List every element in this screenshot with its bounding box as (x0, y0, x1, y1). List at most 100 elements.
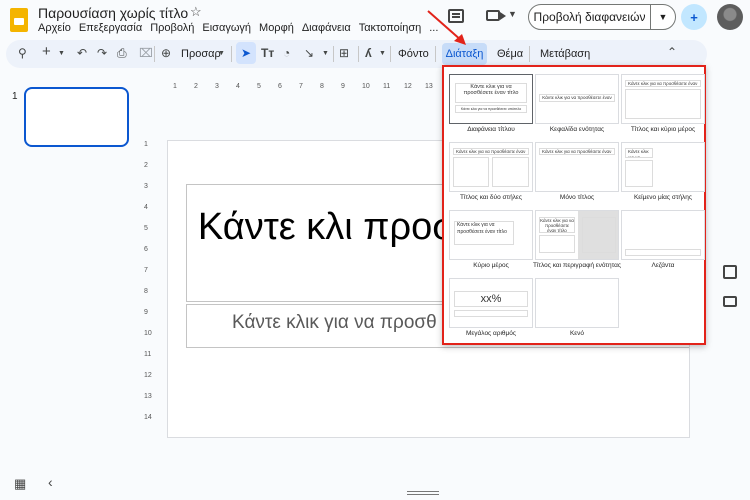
layout-preview-column (453, 157, 489, 187)
layout-preview-column (492, 157, 529, 187)
layout-option-caption[interactable] (621, 210, 705, 260)
layout-label: Μεγάλος αριθμός (465, 330, 517, 337)
ruler-tick-label: 5 (144, 225, 148, 232)
layout-preview-title: Κάντε κλικ για να προσθέσετε έναν τίτλο (454, 221, 514, 245)
insert-comment-icon[interactable]: ⊞ (339, 46, 349, 60)
layout-option-main-point[interactable]: Κάντε κλικ για να προσθέσετε έναν τίτλο (449, 210, 533, 260)
input-tools-dropdown-icon[interactable]: ▼ (379, 50, 386, 57)
text-box-icon[interactable]: Tт (261, 46, 274, 60)
grid-view-icon[interactable]: ▦ (14, 476, 26, 492)
ruler-tick-label: 7 (144, 267, 148, 274)
redo-icon[interactable]: ↷ (97, 46, 107, 60)
ruler-tick-label: 11 (383, 83, 391, 90)
slideshow-button[interactable]: Προβολή διαφανειών ▼ (528, 4, 676, 30)
ruler-tick-label: 9 (144, 309, 148, 316)
slide-number: 1 (12, 91, 18, 102)
menu-arrange[interactable]: Τακτοποίηση (359, 22, 422, 34)
layout-option-title-and-body[interactable]: Κάντε κλικ για να προσθέσετε έναν τίτλο (621, 74, 705, 124)
folder-icon[interactable] (723, 296, 737, 307)
menu-file[interactable]: Αρχείο (38, 22, 71, 34)
keep-notes-icon[interactable] (723, 265, 737, 279)
layout-preview-title: Κάντε κλικ για να προσθέσετε έναν τίτλο (539, 94, 615, 102)
ruler-tick-label: 11 (144, 351, 152, 358)
ruler-tick-label: 8 (144, 288, 148, 295)
zoom-dropdown-icon[interactable]: ▼ (218, 50, 225, 57)
toolbar-divider (231, 46, 232, 62)
layout-preview-title: Κάντε κλικ για να προσθέσετε έναν τίτλο (455, 83, 527, 103)
vertical-ruler: 1 2 3 4 5 6 7 8 9 10 11 12 13 14 (144, 133, 156, 443)
layout-option-section-header[interactable]: Κάντε κλικ για να προσθέσετε έναν τίτλο (535, 74, 619, 124)
zoom-select[interactable]: Προσαρ (181, 48, 221, 60)
subtitle-placeholder-text[interactable]: Κάντε κλικ για να προσθ (232, 312, 437, 334)
layout-label: Κείμενο μίας στήλης (633, 194, 693, 201)
meet-dropdown-icon[interactable]: ▼ (508, 9, 517, 19)
layout-option-blank[interactable] (535, 278, 619, 328)
ruler-tick-label: 1 (173, 83, 177, 90)
menu-bar: Αρχείο Επεξεργασία Προβολή Εισαγωγή Μορφ… (38, 22, 438, 34)
layout-label: Κεφαλίδα ενότητας (549, 126, 605, 133)
shape-icon[interactable]: ◔ (283, 46, 290, 60)
background-button[interactable]: Φόντο (398, 48, 429, 60)
undo-icon[interactable]: ↶ (77, 46, 87, 60)
add-person-share-icon[interactable]: + (681, 4, 707, 30)
layout-label: Τίτλος και κύριο μέρος (630, 126, 696, 133)
search-menus-icon[interactable]: ⚲ (18, 46, 27, 60)
layout-preview-title: Κάντε κλικ για να προσθέσετε έναν τίτλο (625, 148, 653, 158)
ruler-tick-label: 12 (144, 372, 152, 379)
select-cursor-icon[interactable]: ➤ (236, 42, 256, 64)
layout-preview-caption (625, 249, 701, 256)
layout-preview-title: Κάντε κλικ για να προσθέσετε έναν τίτλο (625, 80, 701, 87)
layout-preview-subtitle: Κάντε κλικ για να προσθέσετε υπότιτλο (455, 105, 527, 113)
menu-format[interactable]: Μορφή (259, 22, 294, 34)
collapse-panel-icon[interactable]: ‹ (48, 474, 53, 490)
speaker-notes-handle[interactable] (407, 491, 439, 495)
paint-format-icon[interactable]: ⌧ (139, 46, 153, 60)
transition-button[interactable]: Μετάβαση (540, 48, 590, 60)
slides-logo-icon[interactable] (10, 8, 28, 32)
new-slide-icon[interactable]: + (42, 43, 51, 60)
star-icon[interactable]: ☆ (190, 4, 202, 20)
ruler-tick-label: 12 (404, 83, 412, 90)
ruler-tick-label: 9 (341, 83, 345, 90)
layout-option-one-column-text[interactable]: Κάντε κλικ για να προσθέσετε έναν τίτλο (621, 142, 705, 192)
slideshow-dropdown-icon[interactable]: ▼ (651, 5, 675, 29)
layout-panel: Κάντε κλικ για να προσθέσετε έναν τίτλο … (442, 65, 706, 345)
layout-label: Μόνο τίτλος (559, 194, 595, 201)
meet-camera-icon[interactable] (486, 10, 506, 21)
slideshow-label[interactable]: Προβολή διαφανειών (529, 5, 651, 29)
collapse-toolbar-icon[interactable]: ⌃ (667, 45, 677, 59)
new-slide-dropdown-icon[interactable]: ▼ (58, 50, 65, 57)
toolbar (6, 40, 707, 68)
toolbar-divider (529, 46, 530, 62)
theme-button[interactable]: Θέμα (497, 48, 523, 60)
ruler-tick-label: 4 (144, 204, 148, 211)
ruler-tick-label: 5 (257, 83, 261, 90)
layout-option-title-only[interactable]: Κάντε κλικ για να προσθέσετε έναν τίτλο (535, 142, 619, 192)
layout-option-title-two-columns[interactable]: Κάντε κλικ για να προσθέσετε έναν τίτλο (449, 142, 533, 192)
menu-slide[interactable]: Διαφάνεια (302, 22, 351, 34)
ruler-tick-label: 8 (320, 83, 324, 90)
print-icon[interactable]: ⎙ (117, 46, 127, 61)
ruler-tick-label: 1 (144, 141, 148, 148)
slide-thumbnail[interactable] (24, 87, 129, 147)
toolbar-divider (154, 46, 155, 62)
layout-option-section-title-description[interactable]: Κάντε κλικ για να προσθέσετε έναν τίτλο (535, 210, 619, 260)
ruler-tick-label: 13 (425, 83, 433, 90)
line-icon[interactable]: ↘ (304, 46, 314, 60)
ruler-tick-label: 3 (215, 83, 219, 90)
ruler-tick-label: 3 (144, 183, 148, 190)
layout-preview-body (539, 235, 575, 253)
avatar[interactable] (717, 4, 743, 30)
menu-insert[interactable]: Εισαγωγή (202, 22, 251, 34)
layout-label: Τίτλος και περιγραφή ενότητας (533, 262, 621, 269)
layout-preview-body (582, 217, 616, 253)
input-tools-icon[interactable]: ʎ (365, 46, 372, 60)
layout-preview-title: Κάντε κλικ για να προσθέσετε έναν τίτλο (539, 148, 615, 155)
menu-edit[interactable]: Επεξεργασία (79, 22, 142, 34)
line-dropdown-icon[interactable]: ▼ (322, 50, 329, 57)
zoom-icon[interactable]: ⊕ (161, 46, 171, 60)
menu-view[interactable]: Προβολή (150, 22, 194, 34)
layout-option-title-slide[interactable]: Κάντε κλικ για να προσθέσετε έναν τίτλο … (449, 74, 533, 124)
layout-option-big-number[interactable]: xx% (449, 278, 533, 328)
document-title[interactable]: Παρουσίαση χωρίς τίτλο (38, 5, 188, 21)
